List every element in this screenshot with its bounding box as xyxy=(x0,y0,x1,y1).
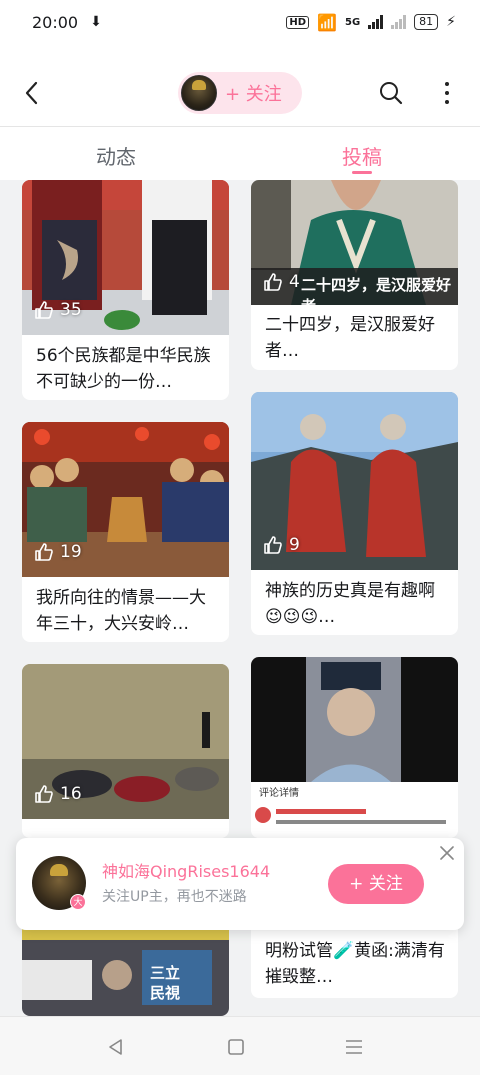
system-nav-bar xyxy=(0,1016,480,1075)
popup-subtitle: 关注UP主，再也不迷路 xyxy=(102,889,247,905)
tab-indicator xyxy=(352,171,372,174)
status-time: 20:00 xyxy=(32,12,79,32)
follow-label: + 关注 xyxy=(225,84,282,105)
tab-dynamic[interactable]: 动态 xyxy=(96,141,136,170)
top-bar: + 关注 xyxy=(0,44,480,126)
like-count-value: 4 xyxy=(289,272,300,292)
like-count-value: 35 xyxy=(60,300,82,320)
like-count-value: 19 xyxy=(60,542,82,562)
like-count: 35 xyxy=(34,300,82,320)
tab-bar: 动态 投稿 xyxy=(0,126,480,180)
wifi-icon: 📶 xyxy=(317,12,337,32)
more-menu-icon[interactable] xyxy=(440,80,454,106)
close-icon[interactable] xyxy=(440,846,454,860)
video-card[interactable]: 评论详情 xyxy=(251,657,458,838)
follow-popup: 大 神如海QingRises1644 关注UP主，再也不迷路 + 关注 xyxy=(16,838,464,930)
video-card[interactable]: 9 神族的历史真是有趣啊😉😉😉… xyxy=(251,392,458,635)
tab-submissions[interactable]: 投稿 xyxy=(342,141,382,170)
like-count-value: 9 xyxy=(289,535,300,555)
nav-menu-icon[interactable] xyxy=(344,1037,364,1057)
video-title: 二十四岁，是汉服爱好者… xyxy=(265,315,435,361)
uploader-name[interactable]: 神如海QingRises1644 xyxy=(102,858,270,882)
hd-icon: HD xyxy=(286,15,310,29)
video-card[interactable]: 35 56个民族都是中华民族不可缺少的一份… xyxy=(22,180,229,400)
nav-home-icon[interactable] xyxy=(226,1037,246,1057)
thumbnail-caption: 民視 xyxy=(150,984,181,1002)
thumbs-up-icon xyxy=(264,536,282,554)
battery-icon: 81 xyxy=(414,14,439,30)
video-thumbnail xyxy=(251,657,458,838)
charging-icon: ⚡ xyxy=(446,14,456,30)
search-icon[interactable] xyxy=(378,80,404,106)
thumbnail-caption: 三立 xyxy=(150,964,181,982)
thumbnail-caption: 二十四岁，是汉服爱好者 xyxy=(301,276,452,315)
video-thumbnail xyxy=(22,920,229,1016)
like-count: 9 xyxy=(263,535,300,555)
download-icon: ⬇ xyxy=(90,14,102,30)
nav-back-icon[interactable] xyxy=(106,1037,126,1057)
thumbs-up-icon xyxy=(35,543,53,561)
badge: 大 xyxy=(70,894,86,910)
video-title: 明粉试管🧪黄函:满清有摧毁整… xyxy=(265,941,445,987)
video-card[interactable]: 16 xyxy=(22,664,229,838)
signal-2-icon xyxy=(391,15,407,29)
avatar xyxy=(181,75,217,111)
video-card[interactable]: 三立 民視 xyxy=(22,920,229,1016)
status-icons: HD 📶 5G 81 ⚡ xyxy=(286,13,456,32)
follow-pill-button[interactable]: + 关注 xyxy=(178,72,302,114)
network-label: 5G xyxy=(344,16,361,28)
video-card[interactable]: 明粉试管🧪黄函:满清有摧毁整… xyxy=(251,920,458,998)
back-arrow-icon[interactable] xyxy=(22,80,42,106)
video-title: 我所向往的情景——大年三十，大兴安岭… xyxy=(36,588,206,634)
video-title: 56个民族都是中华民族不可缺少的一份… xyxy=(36,346,211,392)
thumbs-up-icon xyxy=(264,273,282,291)
like-count: 4 xyxy=(263,272,300,292)
follow-button[interactable]: + 关注 xyxy=(328,864,424,904)
thumbs-up-icon xyxy=(35,301,53,319)
comment-header: 评论详情 xyxy=(259,788,299,799)
status-bar: 20:00 ⬇ HD 📶 5G 81 ⚡ xyxy=(0,0,480,44)
like-count-value: 16 xyxy=(60,784,82,804)
video-title: 神族的历史真是有趣啊😉😉😉… xyxy=(265,581,435,627)
like-count: 19 xyxy=(34,542,82,562)
video-card[interactable]: 19 我所向往的情景——大年三十，大兴安岭… xyxy=(22,422,229,642)
thumbs-up-icon xyxy=(35,785,53,803)
video-card[interactable]: 4 二十四岁，是汉服爱好者 二十四岁，是汉服爱好者… xyxy=(251,180,458,370)
like-count: 16 xyxy=(34,784,82,804)
signal-icon xyxy=(368,15,384,29)
